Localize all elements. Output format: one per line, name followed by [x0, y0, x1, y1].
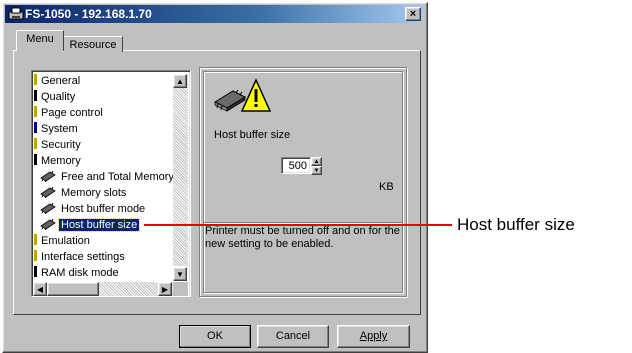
spin-down-button[interactable]: ▼	[311, 166, 322, 175]
notice-text: Printer must be turned off and on for th…	[205, 225, 400, 250]
tree-item-page-control[interactable]: Page control	[34, 106, 105, 120]
title-bar[interactable]: FS-1050 - 192.168.1.70 ×	[5, 5, 423, 23]
ok-button[interactable]: OK	[179, 325, 251, 348]
memory-chip-icon	[40, 218, 56, 230]
tree-item-memory[interactable]: Memory	[34, 154, 83, 168]
horizontal-scroll-thumb[interactable]	[47, 282, 99, 296]
black-tick-icon	[34, 154, 37, 165]
tree-item-interface-settings[interactable]: Interface settings	[34, 250, 127, 264]
tree-item-security[interactable]: Security	[34, 138, 83, 152]
scroll-up-button[interactable]: ▲	[173, 74, 187, 88]
memory-chip-icon	[40, 186, 56, 198]
black-tick-icon	[34, 90, 37, 101]
yellow-tick-icon	[34, 250, 37, 261]
memory-chip-icon	[40, 202, 56, 214]
scroll-left-button[interactable]: ◀	[33, 282, 47, 296]
cancel-button[interactable]: Cancel	[257, 325, 329, 348]
callout-label: Host buffer size	[457, 215, 575, 234]
tab-resource[interactable]: Resource	[63, 36, 123, 52]
memory-warning-icon	[213, 78, 271, 112]
yellow-tick-icon	[34, 234, 37, 245]
spin-up-button[interactable]: ▲	[311, 157, 322, 166]
settings-tree[interactable]: General Quality Page control System Secu…	[31, 70, 191, 297]
tree-item-emulation[interactable]: Emulation	[34, 234, 92, 248]
tree-item-host-buffer-mode[interactable]: Host buffer mode	[40, 202, 147, 216]
tree-item-host-buffer-size[interactable]: Host buffer size	[40, 218, 141, 232]
black-tick-icon	[34, 266, 37, 277]
tree-item-system[interactable]: System	[34, 122, 80, 136]
apply-button[interactable]: Apply	[337, 325, 410, 348]
vertical-scrollbar[interactable]	[173, 74, 188, 266]
apply-label: Apply	[359, 330, 388, 342]
host-buffer-size-label: Host buffer size	[214, 129, 291, 141]
close-button[interactable]: ×	[405, 7, 421, 21]
memory-chip-icon	[40, 170, 56, 182]
window-title: FS-1050 - 192.168.1.70	[25, 7, 152, 21]
printer-app-icon	[8, 7, 24, 20]
yellow-tick-icon	[34, 138, 37, 149]
scroll-corner	[173, 282, 188, 296]
tab-menu[interactable]: Menu	[16, 30, 64, 51]
yellow-tick-icon	[34, 74, 37, 85]
scroll-down-button[interactable]: ▼	[173, 267, 187, 281]
navy-tick-icon	[34, 122, 37, 133]
tree-item-memory-slots[interactable]: Memory slots	[40, 186, 128, 200]
host-buffer-size-input[interactable]: 500	[281, 157, 311, 174]
scroll-right-button[interactable]: ▶	[158, 282, 172, 296]
callout-line	[144, 224, 452, 226]
tree-item-quality[interactable]: Quality	[34, 90, 77, 104]
yellow-tick-icon	[34, 106, 37, 117]
tree-item-ram-disk-mode[interactable]: RAM disk mode	[34, 266, 121, 280]
unit-label: KB	[379, 181, 394, 193]
tree-item-general[interactable]: General	[34, 74, 82, 88]
tree-item-free-and-total-memory[interactable]: Free and Total Memory	[40, 170, 176, 184]
